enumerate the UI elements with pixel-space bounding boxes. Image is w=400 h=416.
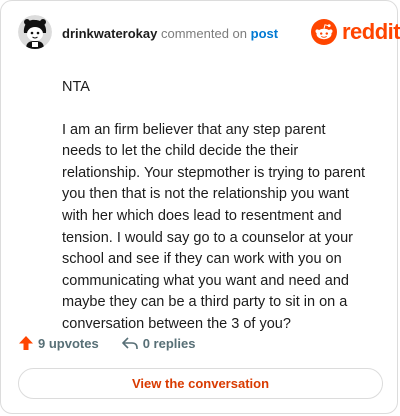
comment-card: drinkwaterokay commented on post reddit … [0,0,400,414]
comment-body: NTA I am an firm believer that any step … [62,77,368,336]
comment-paragraph: NTA [62,79,90,95]
replies-count: 0 replies [142,335,196,351]
view-conversation-button[interactable]: View the conversation [18,368,383,399]
reddit-wordmark: reddit [342,19,400,44]
reply-arrow-icon [121,337,138,349]
action-text: commented on [161,26,247,41]
upvote-button[interactable]: 9 upvotes [18,335,99,351]
comment-paragraph: I am an firm believer that any step pare… [62,121,366,332]
upvotes-count: 9 upvotes [38,335,99,351]
reddit-snoo-icon [311,19,337,45]
username-link[interactable]: drinkwaterokay [62,26,157,41]
replies-button[interactable]: 0 replies [121,335,196,351]
comment-header: drinkwaterokay commented on post [62,26,278,42]
comment-actions: 9 upvotes 0 replies [18,335,195,351]
reddit-logo[interactable]: reddit [311,19,400,45]
post-link[interactable]: post [251,26,278,41]
upvote-arrow-icon [19,336,33,350]
avatar[interactable] [18,15,52,49]
